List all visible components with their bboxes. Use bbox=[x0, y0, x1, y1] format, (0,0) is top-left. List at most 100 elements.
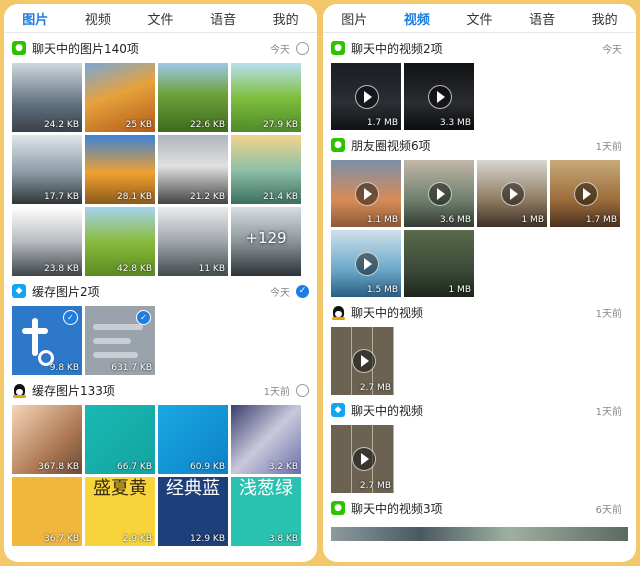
video-thumbnail[interactable]: 3.6 MB bbox=[404, 160, 474, 227]
tab-mine[interactable]: 我的 bbox=[269, 9, 303, 28]
tab-videos[interactable]: 视频 bbox=[400, 9, 434, 28]
image-thumbnail[interactable]: 36.7 KB bbox=[12, 477, 82, 546]
tab-images[interactable]: 图片 bbox=[18, 9, 52, 28]
video-thumbnail[interactable]: 2.7 MB bbox=[331, 425, 394, 493]
image-thumbnail[interactable]: 21.2 KB bbox=[158, 135, 228, 204]
play-icon[interactable] bbox=[428, 181, 452, 206]
section-qq-browser-videos: ◆ 聊天中的视频 1天前 2.7 MB bbox=[323, 395, 636, 493]
tab-files[interactable]: 文件 bbox=[462, 9, 496, 28]
video-thumbnail[interactable]: 1 MB bbox=[404, 230, 474, 297]
qq-browser-icon: ◆ bbox=[12, 284, 26, 298]
file-size: 24.2 KB bbox=[44, 120, 79, 130]
video-thumbnail-strip[interactable] bbox=[331, 527, 628, 541]
play-icon[interactable] bbox=[355, 251, 379, 276]
play-icon[interactable] bbox=[355, 84, 379, 109]
video-thumbnail[interactable]: 3.3 MB bbox=[404, 63, 474, 130]
image-thumbnail[interactable]: 60.9 KB bbox=[158, 405, 228, 474]
wechat-icon: ● bbox=[12, 41, 26, 55]
play-icon[interactable] bbox=[501, 181, 525, 206]
section-wechat-chat-images: ● 聊天中的图片140项 今天 24.2 KB 25 KB 22.6 KB 27… bbox=[4, 33, 317, 276]
section-date: 1天前 bbox=[595, 308, 622, 320]
section-header: 聊天中的视频 1天前 bbox=[331, 297, 628, 327]
placeholder-bar bbox=[93, 352, 138, 358]
section-moments-videos: ● 朋友圈视频6项 1天前 1.1 MB 3.6 MB 1 MB 1.7 MB … bbox=[323, 130, 636, 297]
video-grid: 2.7 MB bbox=[331, 425, 628, 493]
tab-bar: 图片 视频 文件 语音 我的 bbox=[4, 4, 317, 33]
section-date: 今天 bbox=[270, 44, 290, 56]
file-size: 2.9 KB bbox=[122, 534, 152, 544]
image-thumbnail[interactable]: 22.6 KB bbox=[158, 63, 228, 132]
image-thumbnail[interactable]: 经典蓝 12.9 KB bbox=[158, 477, 228, 546]
image-thumbnail[interactable]: 28.1 KB bbox=[85, 135, 155, 204]
image-thumbnail[interactable]: 17.7 KB bbox=[12, 135, 82, 204]
file-size: 12.9 KB bbox=[190, 534, 225, 544]
play-icon[interactable] bbox=[351, 349, 376, 373]
section-header: ◆ 聊天中的视频 1天前 bbox=[331, 395, 628, 425]
image-thumbnail[interactable]: ✓ 9.8 KB bbox=[12, 306, 82, 375]
image-thumbnail[interactable]: 367.8 KB bbox=[12, 405, 82, 474]
image-thumbnail[interactable]: 浅葱绿 3.8 KB bbox=[231, 477, 301, 546]
image-thumbnail[interactable]: ✓ 631.7 KB bbox=[85, 306, 155, 375]
video-thumbnail[interactable]: 1.7 MB bbox=[331, 63, 401, 130]
play-icon[interactable] bbox=[355, 181, 379, 206]
image-thumbnail[interactable]: 42.8 KB bbox=[85, 207, 155, 276]
file-size: 1 MB bbox=[521, 215, 544, 225]
image-thumbnail[interactable]: 3.2 KB bbox=[231, 405, 301, 474]
tab-files[interactable]: 文件 bbox=[143, 9, 177, 28]
select-all-checkbox[interactable] bbox=[296, 41, 309, 55]
image-thumbnail[interactable]: 盛夏黄 2.9 KB bbox=[85, 477, 155, 546]
thumbnail-grid: ✓ 9.8 KB ✓ 631.7 KB bbox=[12, 306, 309, 375]
file-size: 9.8 KB bbox=[49, 363, 79, 373]
image-thumbnail[interactable]: 66.7 KB bbox=[85, 405, 155, 474]
image-thumbnail[interactable]: 21.4 KB bbox=[231, 135, 301, 204]
video-grid: 1.7 MB 3.3 MB bbox=[331, 63, 628, 130]
section-qq-cache-images: ◆ 缓存图片2项 今天 ✓ ✓ 9.8 KB ✓ 631.7 KB bbox=[4, 276, 317, 375]
file-size: 631.7 KB bbox=[111, 363, 152, 373]
play-icon[interactable] bbox=[574, 181, 598, 206]
video-thumbnail[interactable]: 2.7 MB bbox=[331, 327, 394, 395]
video-thumbnail[interactable]: 1 MB bbox=[477, 160, 547, 227]
wechat-icon: ● bbox=[331, 138, 345, 152]
video-thumbnail[interactable]: 1.1 MB bbox=[331, 160, 401, 227]
section-wechat-chat-videos-2: ● 聊天中的视频3项 6天前 bbox=[323, 493, 636, 541]
section-header: ● 聊天中的视频2项 今天 bbox=[331, 33, 628, 63]
select-all-checkbox[interactable]: ✓ bbox=[296, 284, 309, 298]
selected-check-icon[interactable]: ✓ bbox=[136, 310, 151, 325]
placeholder-bar bbox=[93, 324, 143, 330]
image-thumbnail[interactable]: 11 KB bbox=[158, 207, 228, 276]
thumbnail-grid: 24.2 KB 25 KB 22.6 KB 27.9 KB 17.7 KB 28… bbox=[12, 63, 309, 276]
file-size: 25 KB bbox=[125, 120, 152, 130]
tab-voice[interactable]: 语音 bbox=[525, 9, 559, 28]
file-size: 27.9 KB bbox=[263, 120, 298, 130]
select-all-checkbox[interactable] bbox=[296, 383, 309, 397]
thumbnail-text: 经典蓝 bbox=[166, 478, 220, 499]
video-thumbnail[interactable]: 1.7 MB bbox=[550, 160, 620, 227]
image-thumbnail[interactable]: 24.2 KB bbox=[12, 63, 82, 132]
video-grid: 1.1 MB 3.6 MB 1 MB 1.7 MB 1.5 MB 1 MB bbox=[331, 160, 628, 297]
image-thumbnail[interactable]: 27.9 KB bbox=[231, 63, 301, 132]
more-images-tile[interactable]: +129 bbox=[231, 207, 301, 276]
videos-panel: 图片 视频 文件 语音 我的 ● 聊天中的视频2项 今天 1.7 MB 3.3 … bbox=[323, 4, 636, 562]
tab-voice[interactable]: 语音 bbox=[206, 9, 240, 28]
file-size: 21.4 KB bbox=[263, 192, 298, 202]
file-size: 3.3 MB bbox=[439, 118, 471, 128]
qq-icon bbox=[331, 305, 345, 320]
selected-check-icon[interactable]: ✓ bbox=[63, 310, 78, 325]
tab-images[interactable]: 图片 bbox=[337, 9, 371, 28]
image-thumbnail[interactable]: 23.8 KB bbox=[12, 207, 82, 276]
play-icon[interactable] bbox=[428, 84, 452, 109]
image-thumbnail[interactable]: 25 KB bbox=[85, 63, 155, 132]
play-icon[interactable] bbox=[351, 447, 376, 471]
tab-mine[interactable]: 我的 bbox=[588, 9, 622, 28]
section-title: 朋友圈视频6项 bbox=[351, 138, 431, 153]
tab-bar: 图片 视频 文件 语音 我的 bbox=[323, 4, 636, 33]
section-header: ● 朋友圈视频6项 1天前 bbox=[331, 130, 628, 160]
thumbnail-text: 浅葱绿 bbox=[239, 478, 293, 499]
file-size: 66.7 KB bbox=[117, 462, 152, 472]
file-size: 1.7 MB bbox=[366, 118, 398, 128]
section-header: 缓存图片133项 1天前 bbox=[12, 375, 309, 405]
tab-videos[interactable]: 视频 bbox=[81, 9, 115, 28]
section-title: 缓存图片2项 bbox=[32, 284, 100, 299]
video-thumbnail[interactable]: 1.5 MB bbox=[331, 230, 401, 297]
section-title: 聊天中的视频3项 bbox=[351, 501, 443, 516]
